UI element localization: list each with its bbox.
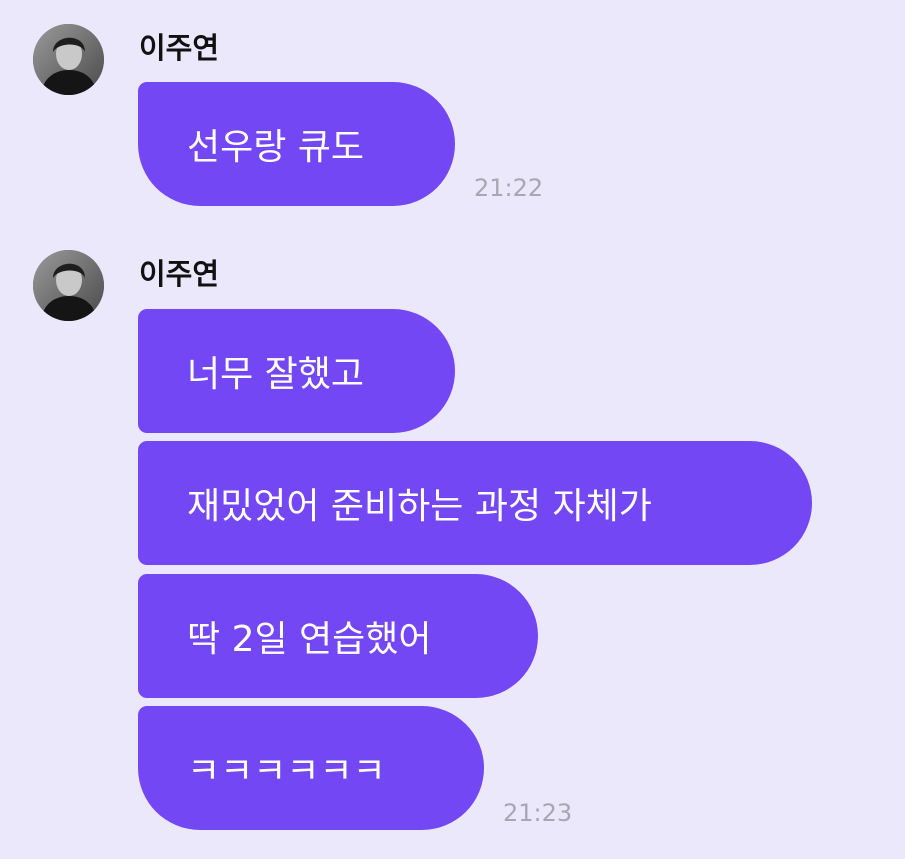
message-bubble[interactable]: 딱 2일 연습했어 (138, 574, 538, 698)
message-bubble[interactable]: 선우랑 큐도 (138, 82, 455, 206)
sender-name: 이주연 (139, 31, 220, 65)
message-bubble[interactable]: ㅋㅋㅋㅋㅋㅋ (138, 706, 484, 830)
message-bubble[interactable]: 너무 잘했고 (138, 309, 455, 433)
sender-name: 이주연 (139, 257, 220, 291)
message-time: 21:22 (474, 174, 544, 202)
avatar[interactable] (33, 250, 104, 321)
message-time: 21:23 (503, 799, 573, 827)
avatar[interactable] (33, 24, 104, 95)
message-bubble[interactable]: 재밌었어 준비하는 과정 자체가 (138, 441, 812, 565)
